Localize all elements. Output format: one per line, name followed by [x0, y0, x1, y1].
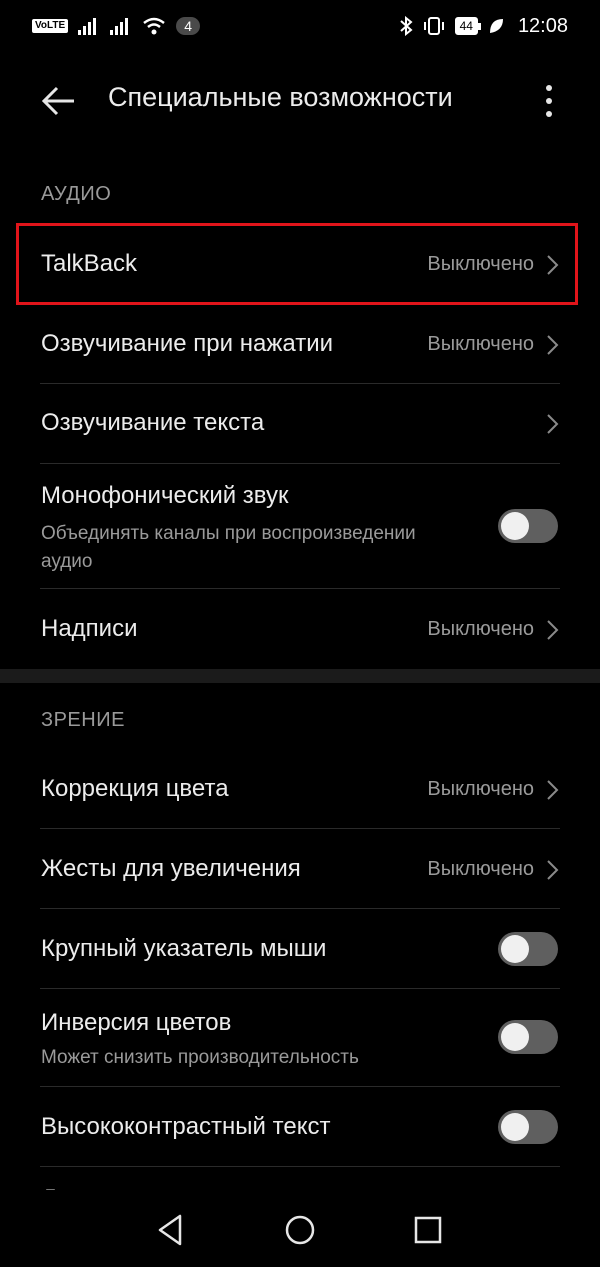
- setting-value: Выключено: [427, 618, 534, 640]
- setting-high-contrast-text[interactable]: Высококонтрастный текст: [0, 1087, 600, 1167]
- triangle-back-icon[interactable]: [152, 1210, 192, 1250]
- clock: 12:08: [517, 14, 568, 37]
- arrow-left-icon[interactable]: [38, 80, 80, 122]
- setting-title: Жесты для увеличения: [41, 855, 301, 882]
- setting-value: Выключено: [427, 333, 534, 355]
- more-vertical-icon[interactable]: [536, 80, 562, 122]
- navigation-bar: [0, 1190, 600, 1267]
- setting-value: Выключено: [427, 778, 534, 800]
- wifi-icon: [143, 17, 165, 35]
- high-contrast-toggle[interactable]: [498, 1110, 558, 1144]
- square-recents-icon[interactable]: [408, 1210, 448, 1250]
- setting-select-to-speak[interactable]: Озвучивание при нажатии Выключено: [0, 305, 600, 385]
- leaf-icon: [489, 19, 503, 33]
- toggle-knob: [501, 1113, 529, 1141]
- section-separator: [0, 669, 600, 683]
- toggle-knob: [501, 935, 529, 963]
- setting-color-inversion[interactable]: Инверсия цветов Может снизить производит…: [0, 989, 600, 1087]
- notification-count-badge: 4: [176, 17, 200, 35]
- setting-title: Озвучивание текста: [41, 409, 265, 436]
- mono-audio-toggle[interactable]: [498, 509, 558, 543]
- chevron-right-icon: [547, 414, 559, 434]
- bluetooth-icon: [399, 16, 413, 36]
- app-bar: Специальные возможности: [0, 60, 600, 140]
- setting-title: Высококонтрастный текст: [41, 1113, 331, 1140]
- circle-home-icon[interactable]: [280, 1210, 320, 1250]
- setting-title: Надписи: [41, 615, 138, 642]
- section-header-audio: АУДИО: [41, 183, 112, 205]
- section-header-vision: ЗРЕНИЕ: [41, 709, 125, 731]
- signal-icon: [78, 18, 97, 35]
- toggle-knob: [501, 1023, 529, 1051]
- volte-icon: VoLTE: [32, 19, 69, 33]
- toggle-knob: [501, 512, 529, 540]
- status-bar-right: 44 12:08: [399, 15, 568, 38]
- chevron-right-icon: [547, 780, 559, 800]
- setting-captions[interactable]: Надписи Выключено: [0, 589, 600, 669]
- setting-title: Инверсия цветов: [41, 1009, 232, 1036]
- chevron-right-icon: [547, 335, 559, 355]
- page-title: Специальные возможности: [108, 82, 453, 112]
- status-bar: VoLTE 4 44 12:08: [0, 0, 600, 52]
- setting-text-to-speech[interactable]: Озвучивание текста: [0, 384, 600, 464]
- battery-icon: 44: [454, 17, 482, 35]
- status-bar-left: VoLTE 4: [32, 17, 200, 35]
- setting-subtitle: Объединять каналы при воспроизведении ау…: [41, 523, 416, 572]
- chevron-right-icon: [547, 620, 559, 640]
- setting-title: Крупный указатель мыши: [41, 935, 327, 962]
- setting-subtitle: Может снизить производительность: [41, 1047, 359, 1068]
- divider: [40, 1166, 560, 1167]
- large-pointer-toggle[interactable]: [498, 932, 558, 966]
- signal-icon-2: [110, 18, 129, 35]
- setting-title: Озвучивание при нажатии: [41, 330, 334, 357]
- setting-large-mouse-pointer[interactable]: Крупный указатель мыши: [0, 909, 600, 989]
- setting-color-correction[interactable]: Коррекция цвета Выключено: [0, 749, 600, 829]
- setting-mono-audio[interactable]: Монофонический звук Объединять каналы пр…: [0, 464, 600, 588]
- setting-title: Монофонический звук: [41, 482, 289, 509]
- setting-value: Выключено: [427, 858, 534, 880]
- setting-magnification-gestures[interactable]: Жесты для увеличения Выключено: [0, 829, 600, 909]
- highlight-box: [16, 223, 578, 305]
- setting-title: Коррекция цвета: [41, 775, 229, 802]
- color-inversion-toggle[interactable]: [498, 1020, 558, 1054]
- chevron-right-icon: [547, 860, 559, 880]
- vibrate-icon: [423, 17, 444, 35]
